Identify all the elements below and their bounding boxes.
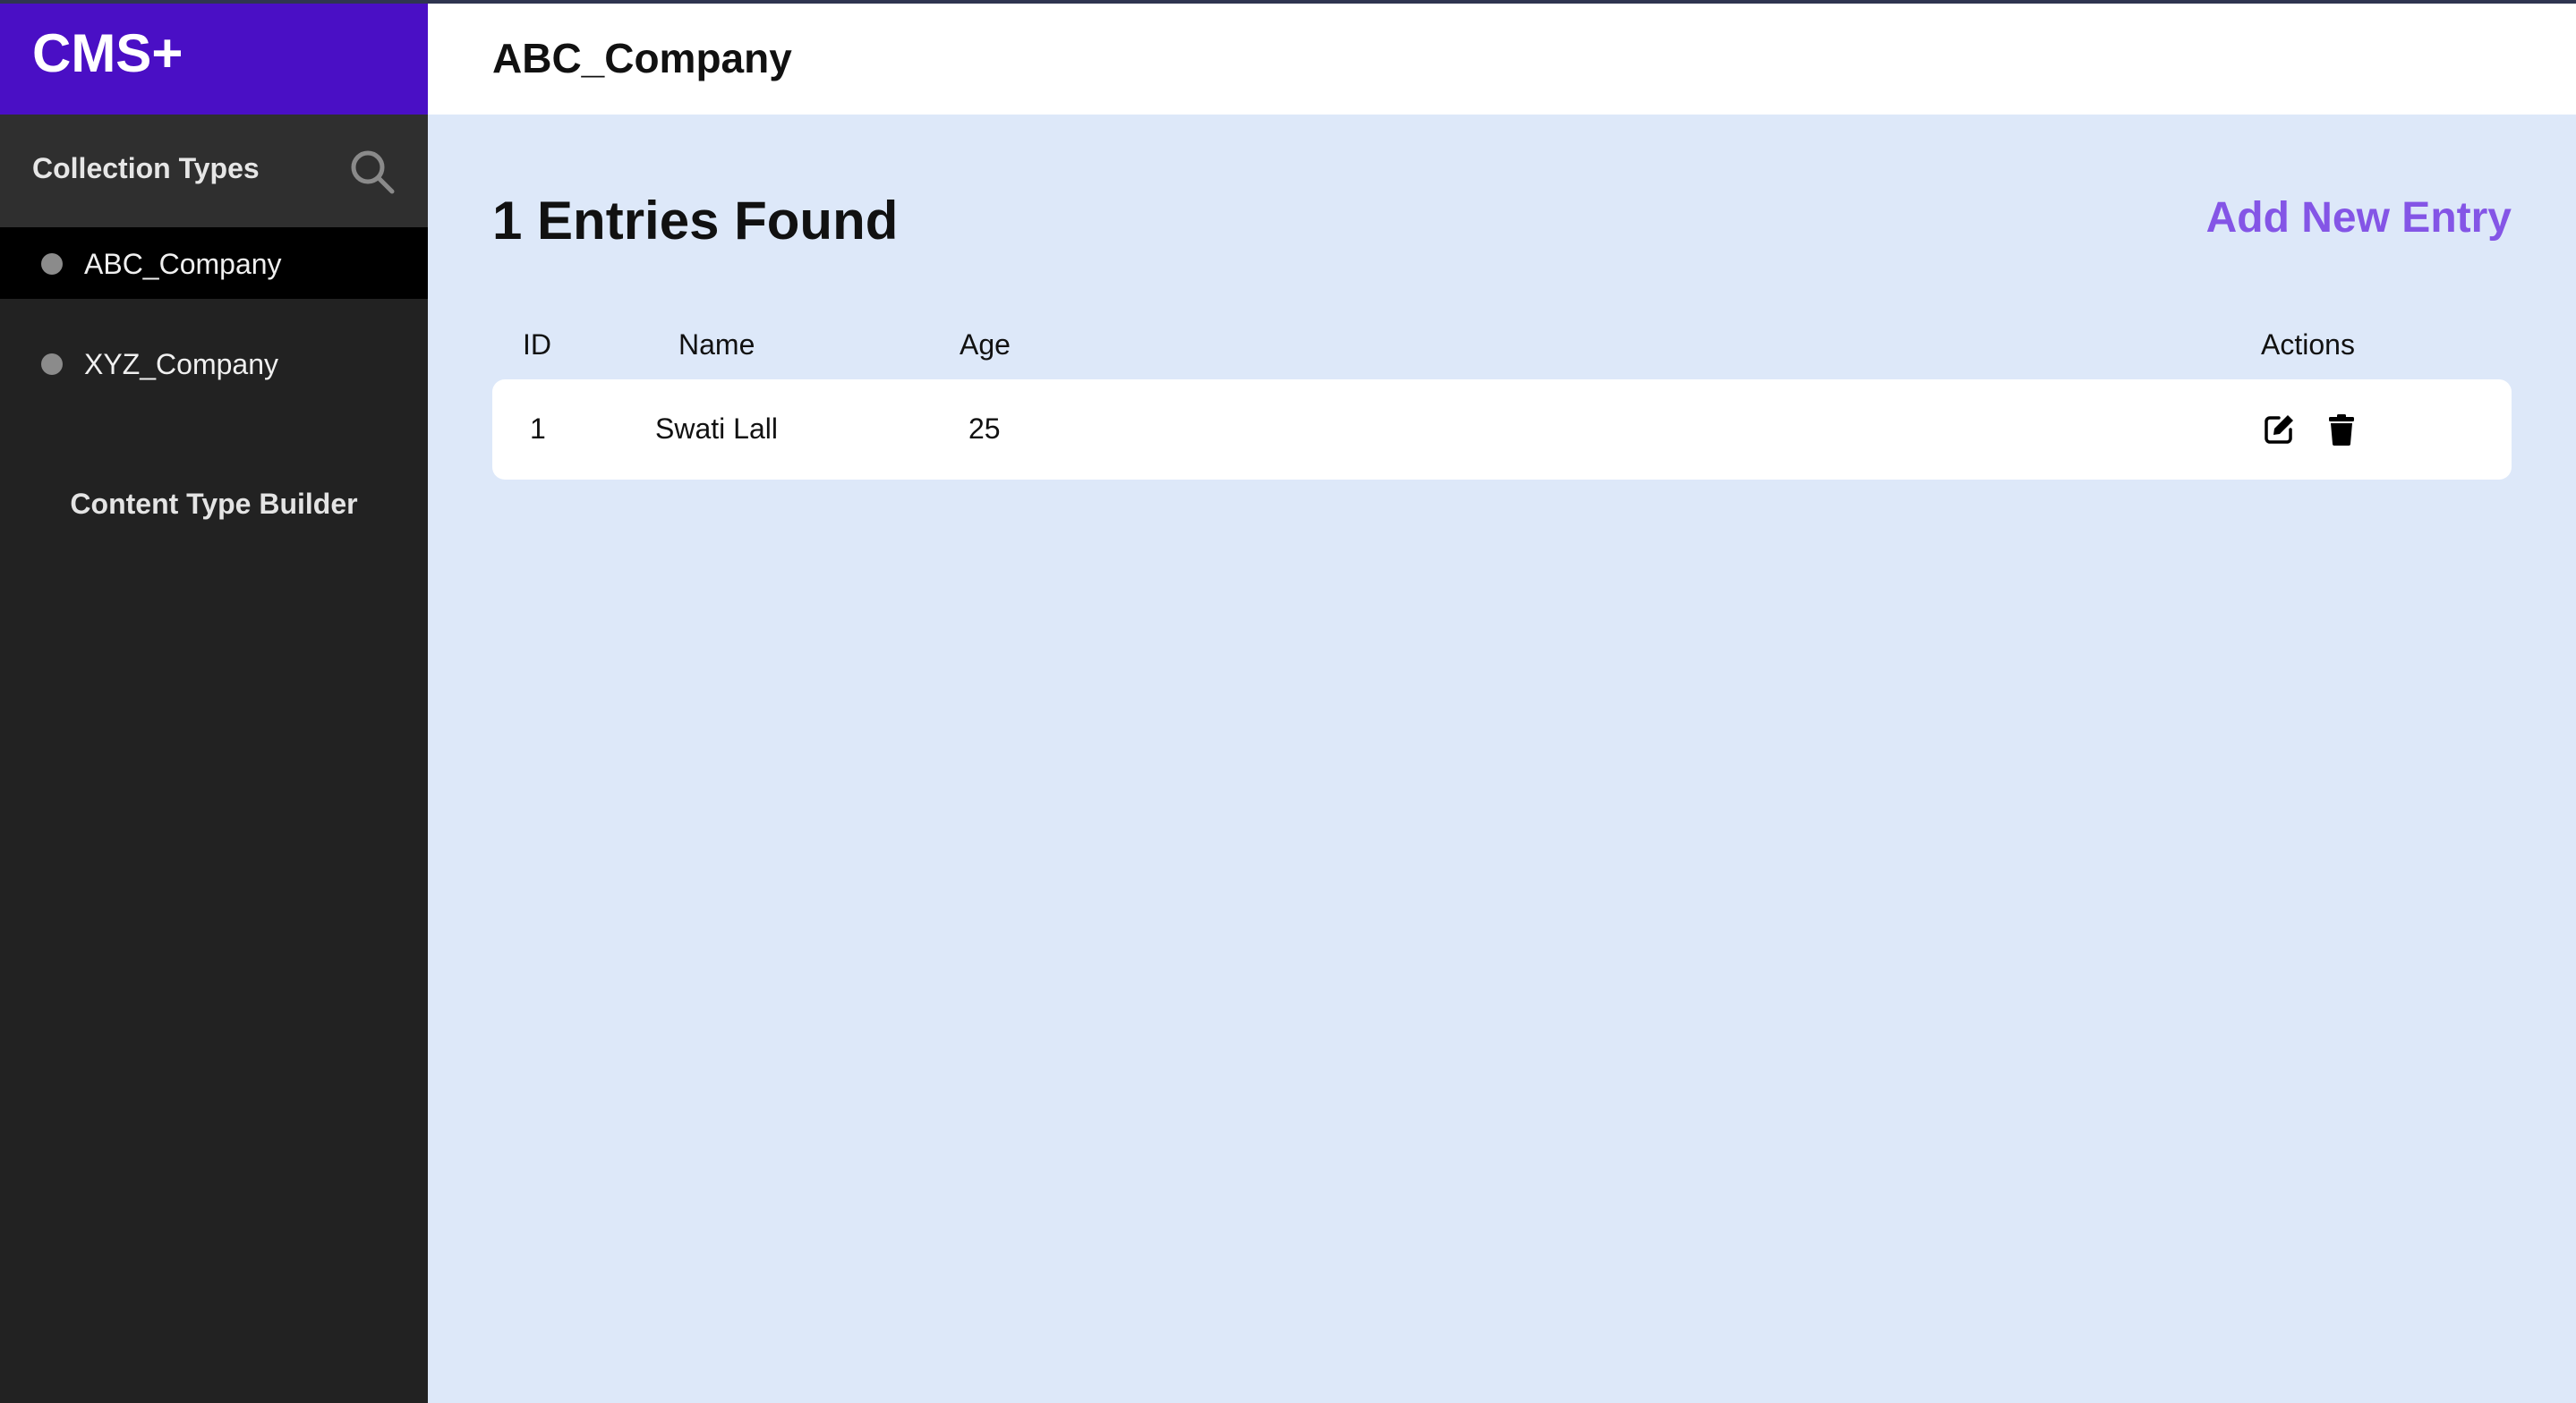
edit-icon[interactable] (2261, 412, 2297, 447)
bullet-dot-icon (41, 353, 63, 375)
app-root: CMS+ Collection Types ABC_Company XYZ_Co… (0, 0, 2576, 1403)
column-header-actions: Actions (2261, 328, 2355, 361)
entries-count-heading: 1 Entries Found (492, 191, 899, 251)
sidebar-item-label: XYZ_Company (84, 348, 278, 380)
bullet-dot-icon (41, 253, 63, 275)
sidebar-item-abc-company[interactable]: ABC_Company (0, 227, 428, 299)
cell-id: 1 (530, 412, 546, 445)
collection-types-header: Collection Types (0, 115, 428, 227)
add-new-entry-button[interactable]: Add New Entry (2206, 194, 2512, 242)
sidebar-item-label: ABC_Company (84, 248, 282, 280)
page-title: ABC_Company (492, 35, 792, 81)
table-row: 1 Swati Lall 25 (492, 379, 2512, 480)
cell-age: 25 (968, 412, 1001, 445)
brand-logo-text: CMS+ (32, 23, 183, 83)
column-header-age: Age (960, 328, 1011, 361)
sidebar-item-xyz-company[interactable]: XYZ_Company (0, 327, 428, 399)
content-type-builder-link[interactable]: Content Type Builder (0, 488, 428, 520)
trash-icon[interactable] (2324, 412, 2359, 447)
window-top-border (0, 0, 2576, 4)
sidebar: CMS+ Collection Types ABC_Company XYZ_Co… (0, 0, 428, 1403)
collection-types-title: Collection Types (32, 152, 260, 184)
cell-name: Swati Lall (655, 412, 778, 445)
column-header-id: ID (523, 328, 551, 361)
brand-header: CMS+ (0, 0, 428, 115)
top-bar: ABC_Company (428, 0, 2576, 115)
search-icon[interactable] (347, 147, 397, 197)
column-header-name: Name (678, 328, 755, 361)
